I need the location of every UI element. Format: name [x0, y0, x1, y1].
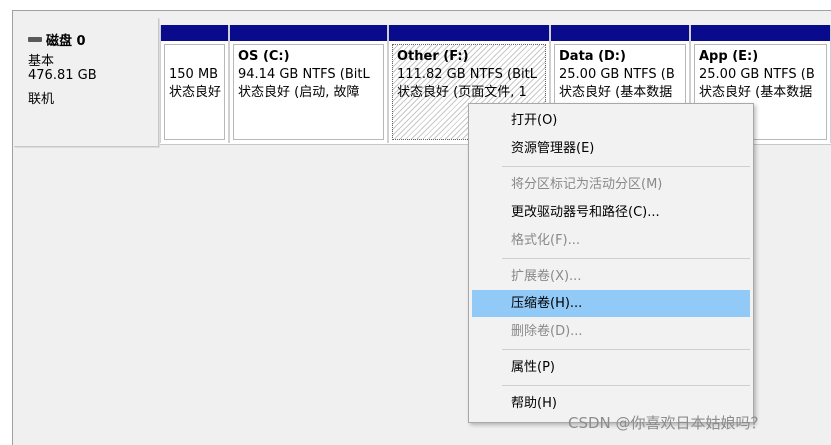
partition-header-bar	[230, 25, 387, 41]
partition-status: 状态良好 (页面文件, 1	[397, 85, 527, 100]
partition-status: 状态良好 (基本数据	[559, 85, 673, 100]
menu-separator	[502, 349, 750, 350]
partition-name: App (E:)	[699, 49, 759, 64]
context-menu: 打开(O) 资源管理器(E) 将分区标记为活动分区(M) 更改驱动器号和路径(C…	[468, 103, 754, 423]
partition-header-bar	[161, 25, 228, 41]
disk-title-label: 磁盘 0	[46, 34, 86, 49]
menu-item-properties[interactable]: 属性(P)	[472, 354, 750, 381]
partition-efi[interactable]: 150 MB 状态良好	[160, 25, 229, 143]
partition-size: 25.00 GB NTFS (B	[699, 67, 815, 82]
partition-os[interactable]: OS (C:) 94.14 GB NTFS (BitL 状态良好 (启动, 故障	[229, 25, 388, 143]
partition-size: 150 MB	[169, 67, 219, 82]
menu-item-format[interactable]: 格式化(F)...	[472, 227, 750, 254]
menu-item-explorer[interactable]: 资源管理器(E)	[472, 135, 750, 162]
partition-body: 150 MB 状态良好	[164, 44, 225, 140]
partition-status: 状态良好 (启动, 故障	[238, 85, 360, 100]
menu-item-shrink-volume[interactable]: 压缩卷(H)...	[472, 290, 750, 317]
disk-status: 联机	[28, 92, 55, 107]
partition-body: OS (C:) 94.14 GB NTFS (BitL 状态良好 (启动, 故障	[233, 44, 384, 140]
menu-item-open[interactable]: 打开(O)	[472, 107, 750, 134]
partition-header-bar	[389, 25, 549, 41]
partition-header-bar	[691, 25, 830, 41]
disk-info-panel[interactable]: 磁盘 0 基本 476.81 GB 联机	[14, 18, 159, 147]
menu-item-delete-volume[interactable]: 删除卷(D)...	[472, 318, 750, 345]
menu-separator	[502, 385, 750, 386]
partition-status: 状态良好 (基本数据	[699, 85, 813, 100]
menu-item-change-drive-letter[interactable]: 更改驱动器号和路径(C)...	[472, 199, 750, 226]
watermark: CSDN @你喜欢日本姑娘吗？	[568, 414, 766, 432]
partition-size: 94.14 GB NTFS (BitL	[238, 67, 370, 82]
partition-name: OS (C:)	[238, 49, 290, 64]
menu-separator	[502, 166, 750, 167]
menu-item-mark-active[interactable]: 将分区标记为活动分区(M)	[472, 171, 750, 198]
partition-name: Other (F:)	[397, 49, 469, 64]
disk-icon	[28, 37, 42, 42]
partition-name: Data (D:)	[559, 49, 626, 64]
menu-separator	[502, 258, 750, 259]
disk-size: 476.81 GB	[28, 68, 97, 83]
partition-size: 25.00 GB NTFS (B	[559, 67, 675, 82]
disk-title: 磁盘 0	[28, 30, 86, 49]
partition-status: 状态良好	[169, 85, 222, 100]
menu-item-extend-volume[interactable]: 扩展卷(X)...	[472, 263, 750, 290]
disk-type: 基本	[28, 54, 55, 69]
partition-header-bar	[551, 25, 689, 41]
partition-size: 111.82 GB NTFS (BitL	[397, 67, 537, 82]
